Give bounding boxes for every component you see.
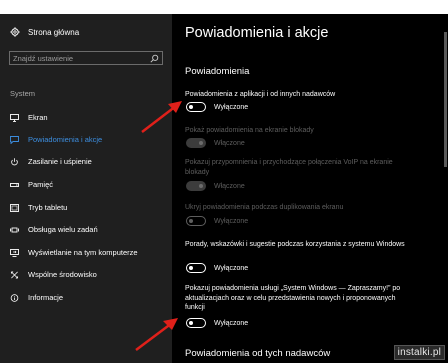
option-label-lock-screen: Pokaż powiadomienia na ekranie blokady [185, 127, 314, 134]
power-icon [11, 158, 18, 166]
search-icon[interactable] [150, 54, 159, 63]
sidebar-item-label: Tryb tabletu [28, 203, 68, 212]
toggle-state: Wyłączone [214, 264, 249, 272]
option-label-voip-lock-screen: Pokazuj przypomnienia i przychodzące poł… [185, 159, 393, 176]
annotation-arrow-icon [141, 101, 182, 133]
sidebar-item-about[interactable]: Informacje [0, 290, 172, 306]
sidebar-item-label: Wyświetlanie na tym komputerze [28, 248, 138, 257]
toggle-hide-duplicating: Wyłączone [186, 216, 248, 226]
sidebar-item-label: Wspólne środowisko [28, 270, 97, 279]
sidebar-item-label: Informacje [28, 293, 64, 302]
sidebar-item-tablet[interactable]: Tryb tabletu [0, 200, 172, 216]
toggle-voip-lock-screen: Włączone [186, 181, 245, 191]
sidebar-item-label: Zasilanie i uśpienie [28, 157, 92, 166]
option-label-tips: Porady, wskazówki i sugestie podczas kor… [185, 241, 405, 248]
toggle-state: Wyłączone [214, 319, 249, 327]
sidebar-item-label: Pamięć [28, 180, 54, 189]
toggle-switch[interactable] [186, 263, 206, 273]
toggle-state: Wyłączone [214, 103, 249, 111]
shared-experiences-icon [10, 271, 19, 279]
tablet-icon [10, 204, 19, 212]
monitor-icon [10, 114, 19, 122]
scrollbar[interactable] [444, 32, 447, 167]
toggle-tips[interactable]: Wyłączone [186, 263, 248, 273]
home-nav-item[interactable]: Strona główna [10, 27, 79, 37]
sidebar-item-multitasking[interactable]: Obsługa wielu zadań [0, 222, 172, 238]
search-input[interactable] [13, 52, 143, 64]
sidebar-item-label: Powiadomienia i akcje [28, 135, 103, 144]
page-title: Powiadomienia i akcje [185, 25, 329, 41]
section-heading-senders: Powiadomienia od tych nadawców [185, 348, 331, 359]
section-label-system: System [10, 89, 36, 98]
toggle-switch[interactable] [186, 102, 206, 112]
option-label-hide-duplicating: Ukryj powiadomienia podczas duplikowania… [185, 204, 344, 211]
toggle-switch [186, 138, 206, 148]
toggle-lock-screen: Włączone [186, 138, 245, 148]
home-label: Strona główna [28, 27, 80, 37]
info-icon [10, 294, 19, 302]
annotation-arrow-icon [135, 318, 178, 351]
sidebar-item-label: Ekran [28, 113, 48, 122]
toggle-state: Włączone [214, 139, 245, 147]
section-heading-notifications: Powiadomienia [185, 66, 250, 77]
search-box[interactable] [9, 51, 163, 65]
multitasking-icon [10, 227, 19, 233]
option-label-welcome-experience: Pokazuj powiadomienia usługi „System Win… [185, 285, 401, 311]
sidebar-item-label: Obsługa wielu zadań [28, 225, 98, 234]
toggle-app-notifications[interactable]: Wyłączone [186, 102, 248, 112]
toggle-state: Wyłączone [214, 217, 249, 225]
sidebar-item-projecting[interactable]: Wyświetlanie na tym komputerze [0, 245, 172, 261]
project-icon [10, 249, 19, 257]
sidebar-item-shared-experiences[interactable]: Wspólne środowisko [0, 267, 172, 283]
toggle-welcome-experience[interactable]: Wyłączone [186, 318, 248, 328]
sidebar-item-storage[interactable]: Pamięć [0, 177, 172, 193]
option-label-app-notifications: Powiadomienia z aplikacji i od innych na… [185, 91, 336, 98]
main-panel: Powiadomienia i akcje Powiadomienia Powi… [172, 14, 448, 363]
top-strip [0, 0, 448, 14]
notifications-icon [10, 136, 19, 144]
sidebar-item-power[interactable]: Zasilanie i uśpienie [0, 154, 172, 170]
watermark-logo: instalki.pl [393, 345, 445, 360]
sidebar: Strona główna System Ekran Powiadomienia… [0, 14, 172, 363]
toggle-switch [186, 181, 206, 191]
toggle-switch[interactable] [186, 318, 206, 328]
gear-icon [10, 27, 20, 37]
toggle-switch [186, 216, 206, 226]
storage-icon [10, 183, 19, 187]
toggle-state: Włączone [214, 182, 245, 190]
